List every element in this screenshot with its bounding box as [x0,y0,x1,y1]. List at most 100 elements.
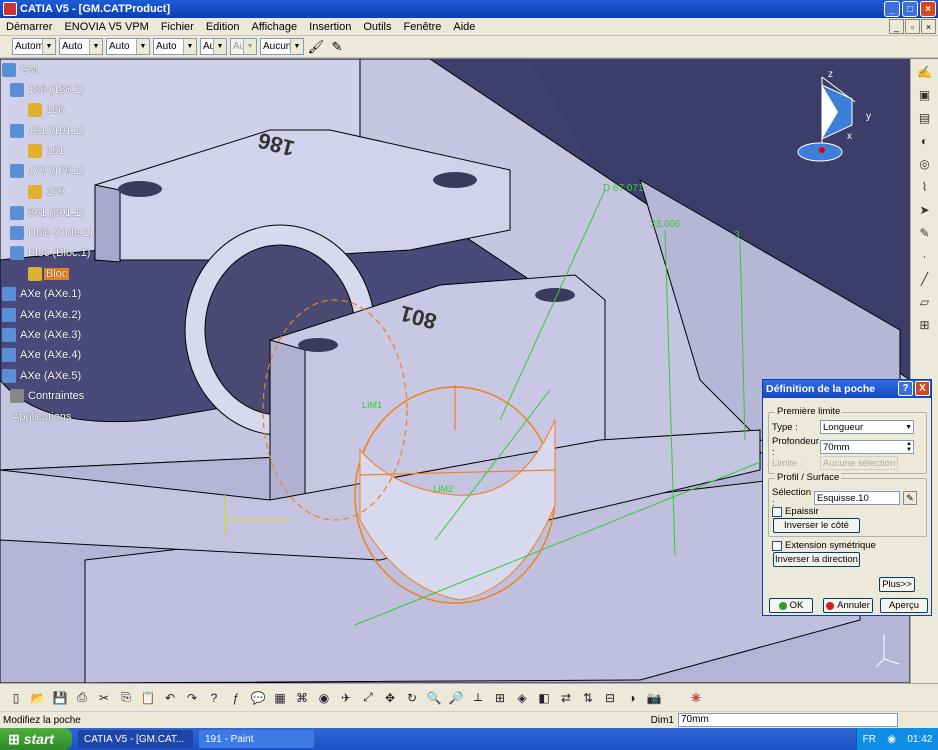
cut-icon[interactable]: ✂ [94,688,114,708]
shaft-icon[interactable]: ◐ [914,131,936,151]
rotate-icon[interactable]: ↻ [402,688,422,708]
dim-small[interactable]: 3 [734,230,740,241]
point-icon[interactable]: · [914,246,936,266]
catalog-icon[interactable]: ◉ [314,688,334,708]
menu-enovia[interactable]: ENOVIA V5 VPM [58,21,154,33]
cancel-button[interactable]: Annuler [823,598,873,613]
task-paint[interactable]: 191 - Paint [199,730,314,748]
color-combo[interactable]: Automa ▼ [12,38,56,55]
tree-node-axe-3[interactable]: AXe (AXe.3) [2,327,83,343]
menu-fichier[interactable]: Fichier [155,21,200,33]
pad-icon[interactable]: ▣ [914,85,936,105]
normal-view-icon[interactable]: ⟂ [468,688,488,708]
layer-combo[interactable]: Aucun ▼ [260,38,304,55]
fit-all-icon[interactable]: ⤢ [358,688,378,708]
doc-minimize-button[interactable]: _ [889,19,904,34]
undo-icon[interactable]: ↶ [160,688,180,708]
linetype-combo[interactable]: Auto ▼ [106,38,150,55]
tree-node-axe-5[interactable]: AXe (AXe.5) [2,368,83,384]
print-icon[interactable]: ⎙ [72,688,92,708]
tree-node-hule-1[interactable]: Hule (Hule.1) [10,225,95,241]
dialog-help-button[interactable]: ? [898,381,913,396]
painter-icon[interactable]: 🖌 [307,38,325,56]
fly-mode-icon[interactable]: ✈ [336,688,356,708]
menu-demarrer[interactable]: Démarrer [0,21,58,33]
multi-view-icon[interactable]: ⊞ [490,688,510,708]
rib-icon[interactable]: ⌇ [914,177,936,197]
hole-icon[interactable]: ◎ [914,154,936,174]
dim-diameter[interactable]: D 67.071 [603,183,644,194]
maximize-button[interactable]: □ [902,1,918,17]
preview-button[interactable]: Aperçu [880,598,928,613]
ok-button[interactable]: OK [769,598,813,613]
tree-node-axe-4[interactable]: AXe (AXe.4) [2,347,83,363]
tree-node-186[interactable]: 186 [28,102,66,118]
tree-node-axe-2[interactable]: AXe (AXe.2) [2,307,83,323]
thicken-checkbox[interactable] [772,506,782,517]
tree-node-bloc[interactable]: Bloc [28,266,70,282]
selection-input[interactable]: Esquisse.10 [814,491,900,505]
doc-close-button[interactable]: × [921,19,936,34]
depth-input[interactable]: 70mm ▲ ▼ [820,440,914,454]
iso-view-icon[interactable]: ◈ [512,688,532,708]
more-button[interactable]: Plus>> [879,577,915,592]
doc-restore-button[interactable]: ▫ [905,19,920,34]
open-folder-icon[interactable]: 📂 [28,688,48,708]
tree-node-contraintes[interactable]: Contraintes [10,388,86,404]
tree-icon[interactable]: ⌘ [292,688,312,708]
pattern-icon[interactable]: ⊟ [600,688,620,708]
sketcher-icon[interactable]: ✍ [914,62,936,82]
paste-icon[interactable]: 📋 [138,688,158,708]
zoom-out-icon[interactable]: 🔎 [446,688,466,708]
tree-node-axe-1[interactable]: AXe (AXe.1) [2,286,83,302]
language-indicator[interactable]: FR [863,734,876,745]
table-icon[interactable]: ▦ [270,688,290,708]
save-icon[interactable]: 💾 [50,688,70,708]
pocket-icon[interactable]: ▤ [914,108,936,128]
invert-side-button[interactable]: Inverser le côté [773,518,860,533]
lineweight-combo[interactable]: Auto ▼ [153,38,197,55]
tree-node-179-1[interactable]: 179 (179.1) [10,163,86,179]
tree-node-gm[interactable]: GM [2,62,40,78]
sketch-edit-icon[interactable]: ✎ [903,491,917,505]
zoom-in-icon[interactable]: 🔍 [424,688,444,708]
minimize-button[interactable]: _ [884,1,900,17]
network-icon[interactable]: ◉ [887,734,896,745]
menu-fenetre[interactable]: Fenêtre [397,21,447,33]
formula-icon[interactable]: ƒ [226,688,246,708]
tree-node-801-1[interactable]: 801 (801.1) [10,205,86,221]
camera-icon[interactable]: 📷 [644,688,664,708]
plane-icon[interactable]: ▱ [914,292,936,312]
tree-node-191-1[interactable]: 191 (191.1) [10,123,86,139]
task-catia[interactable]: CATIA V5 - [GM.CAT... [78,730,193,748]
properties-brush-icon[interactable]: ✎ [328,38,346,56]
hide-show-icon[interactable]: ⇄ [556,688,576,708]
compass-icon[interactable] [790,67,880,177]
new-file-icon[interactable]: ▯ [6,688,26,708]
dialog-close-button[interactable]: X [915,381,930,396]
menu-affichage[interactable]: Affichage [245,21,303,33]
transparency-combo[interactable]: Auto ▼ [59,38,103,55]
dim-offset[interactable]: 33.606 [650,219,681,230]
whats-this-icon[interactable]: ? [204,688,224,708]
type-select[interactable]: Longueur ▼ [820,420,914,434]
menu-outils[interactable]: Outils [357,21,397,33]
symmetric-checkbox[interactable] [772,540,782,551]
pan-icon[interactable]: ✥ [380,688,400,708]
measure-icon[interactable]: ⊞ [914,315,936,335]
menu-insertion[interactable]: Insertion [303,21,357,33]
comment-icon[interactable]: 💬 [248,688,268,708]
select-arrow-icon[interactable]: ➤ [914,200,936,220]
close-button[interactable]: × [920,1,936,17]
menu-edition[interactable]: Edition [200,21,246,33]
power-input[interactable]: 70mm [678,713,898,727]
tree-node-191[interactable]: 191 [28,143,66,159]
render-icon[interactable]: ◑ [622,688,642,708]
invert-direction-button[interactable]: Inverser la direction [773,552,860,567]
spinner-icon[interactable]: ▲ ▼ [906,441,912,453]
start-button[interactable]: ⊞ start [0,728,72,750]
tree-node-applications[interactable]: Applications [10,409,73,425]
redo-icon[interactable]: ↷ [182,688,202,708]
tree-node-bloc-1[interactable]: Bloc (Bloc.1) [10,245,92,261]
swap-space-icon[interactable]: ⇅ [578,688,598,708]
